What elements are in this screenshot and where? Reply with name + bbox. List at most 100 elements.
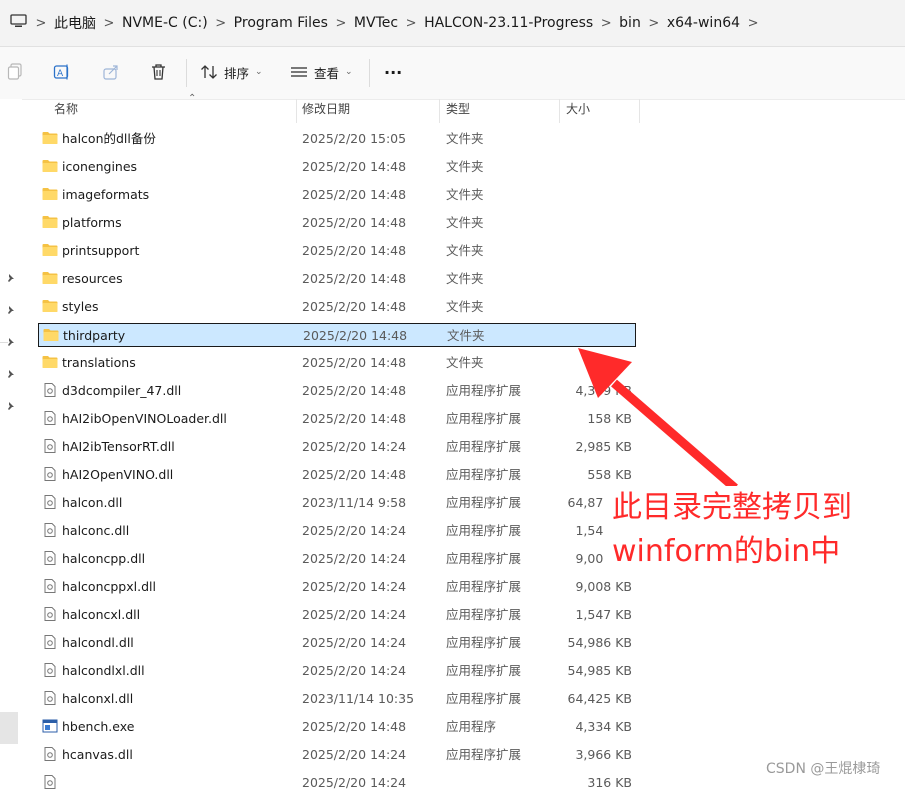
file-row[interactable]: hcanvas.dll 2025/2/20 14:24 应用程序扩展 3,966 KB: [38, 743, 636, 767]
file-row[interactable]: halcon的dll备份 2025/2/20 15:05 文件夹: [38, 127, 636, 151]
nav-item-selected[interactable]: [0, 712, 18, 744]
file-row[interactable]: printsupport 2025/2/20 14:48 文件夹: [38, 239, 636, 263]
dll-file-icon: [42, 775, 58, 789]
folder-icon: [42, 243, 58, 257]
chevron-right-icon[interactable]: >: [641, 16, 667, 31]
chevron-right-icon[interactable]: >: [398, 16, 424, 31]
column-header-date[interactable]: 修改日期: [302, 99, 350, 123]
column-divider[interactable]: [296, 99, 297, 123]
file-row[interactable]: halcon.dll 2023/11/14 9:58 应用程序扩展 64,873 KB: [38, 491, 636, 515]
pin-icon[interactable]: [6, 401, 16, 411]
column-divider[interactable]: [639, 99, 640, 123]
sort-button[interactable]: 排序 ⌄: [200, 61, 263, 83]
pin-icon[interactable]: [6, 273, 16, 283]
breadcrumb-item-x64-win64[interactable]: x64-win64: [667, 15, 740, 31]
breadcrumb-item-mvtec[interactable]: MVTec: [354, 15, 398, 31]
dll-file-icon: [42, 579, 58, 593]
chevron-right-icon[interactable]: >: [96, 16, 122, 31]
file-date: 2025/2/20 14:48: [302, 243, 407, 258]
file-row[interactable]: halcondl.dll 2025/2/20 14:24 应用程序扩展 54,986 …: [38, 631, 636, 655]
share-button[interactable]: [102, 61, 120, 83]
file-size: 4,389 KB: [575, 383, 632, 398]
file-type: 应用程序扩展: [446, 691, 522, 706]
more-options-button[interactable]: ···: [384, 61, 402, 83]
more-icon: ···: [384, 62, 403, 82]
folder-icon: [42, 215, 58, 229]
file-row[interactable]: hAI2OpenVINO.dll 2025/2/20 14:48 应用程序扩展 558…: [38, 463, 636, 487]
file-row[interactable]: thirdparty 2025/2/20 14:48 文件夹: [38, 323, 636, 347]
this-pc-icon[interactable]: [10, 14, 27, 28]
file-row[interactable]: styles 2025/2/20 14:48 文件夹: [38, 295, 636, 319]
file-row[interactable]: halconcpp.dll 2025/2/20 14:24 应用程序扩展 9,008 …: [38, 547, 636, 571]
file-name: iconengines: [62, 159, 138, 174]
file-row[interactable]: halconxl.dll 2023/11/14 10:35 应用程序扩展 64,425…: [38, 687, 636, 711]
column-header-row: ⌃ 名称 修改日期 类型 大小: [22, 93, 642, 123]
file-type: 文件夹: [446, 299, 484, 314]
file-size: 64,425 KB: [567, 691, 632, 706]
file-date: 2025/2/20 14:48: [302, 215, 407, 230]
file-date: 2025/2/20 14:24: [302, 635, 407, 650]
file-row[interactable]: 2025/2/20 14:24 316 KB: [38, 771, 636, 795]
file-row[interactable]: halconcxl.dll 2025/2/20 14:24 应用程序扩展 1,547 …: [38, 603, 636, 627]
chevron-right-icon[interactable]: >: [28, 16, 54, 31]
sort-label: 排序: [224, 65, 250, 81]
breadcrumb-item-bin[interactable]: bin: [619, 15, 641, 31]
rename-button[interactable]: A: [53, 61, 71, 83]
file-name: halconcpp.dll: [62, 551, 146, 566]
copy-button[interactable]: [7, 61, 23, 83]
column-divider[interactable]: [439, 99, 440, 123]
file-type: 文件夹: [447, 328, 485, 343]
dll-file-icon: [42, 635, 58, 649]
file-size: 9,008 KB: [575, 551, 632, 566]
file-row[interactable]: d3dcompiler_47.dll 2025/2/20 14:48 应用程序扩展 4…: [38, 379, 636, 403]
pin-icon[interactable]: [6, 337, 16, 347]
breadcrumb-item-this-pc[interactable]: 此电脑: [54, 13, 96, 33]
breadcrumb-item-halcon[interactable]: HALCON-23.11-Progress: [424, 15, 593, 31]
file-row[interactable]: hAI2ibTensorRT.dll 2025/2/20 14:24 应用程序扩展 2…: [38, 435, 636, 459]
file-size: 1,547 KB: [575, 523, 632, 538]
file-row[interactable]: hAI2ibOpenVINOLoader.dll 2025/2/20 14:48 应…: [38, 407, 636, 431]
dll-file-icon: [42, 467, 58, 481]
view-button[interactable]: 查看 ⌄: [290, 61, 353, 83]
chevron-right-icon[interactable]: >: [740, 16, 766, 31]
chevron-right-icon[interactable]: >: [328, 16, 354, 31]
file-name: resources: [62, 271, 123, 286]
pin-icon[interactable]: [6, 369, 16, 379]
file-type: 文件夹: [446, 215, 484, 230]
pin-icon[interactable]: [6, 305, 16, 315]
column-header-type[interactable]: 类型: [446, 99, 470, 123]
column-divider[interactable]: [559, 99, 560, 123]
breadcrumb-item-drive[interactable]: NVME-C (C:): [122, 15, 208, 31]
annotation-line-2: winform的bin中: [612, 534, 841, 569]
annotation-line-1: 此目录完整拷贝到: [612, 490, 852, 525]
chevron-down-icon: ⌄: [345, 67, 353, 77]
file-row[interactable]: iconengines 2025/2/20 14:48 文件夹: [38, 155, 636, 179]
view-icon: [291, 67, 307, 77]
file-date: 2025/2/20 14:24: [302, 551, 407, 566]
file-row[interactable]: platforms 2025/2/20 14:48 文件夹: [38, 211, 636, 235]
dll-file-icon: [42, 439, 58, 453]
file-row[interactable]: resources 2025/2/20 14:48 文件夹: [38, 267, 636, 291]
file-row[interactable]: imageformats 2025/2/20 14:48 文件夹: [38, 183, 636, 207]
dll-file-icon: [42, 411, 58, 425]
file-row[interactable]: halconc.dll 2025/2/20 14:24 应用程序扩展 1,547 KB: [38, 519, 636, 543]
folder-icon: [43, 328, 59, 342]
file-name: halcon.dll: [62, 495, 123, 510]
delete-button[interactable]: [150, 61, 167, 83]
file-type: 文件夹: [446, 355, 484, 370]
chevron-right-icon[interactable]: >: [593, 16, 619, 31]
file-name: hcanvas.dll: [62, 747, 133, 762]
file-type: 应用程序扩展: [446, 579, 522, 594]
column-header-name[interactable]: 名称: [54, 99, 78, 123]
file-name: halconxl.dll: [62, 691, 134, 706]
file-row[interactable]: hbench.exe 2025/2/20 14:48 应用程序 4,334 KB: [38, 715, 636, 739]
file-size: 4,334 KB: [575, 719, 632, 734]
breadcrumb-item-program-files[interactable]: Program Files: [234, 15, 328, 31]
file-row[interactable]: halcondlxl.dll 2025/2/20 14:24 应用程序扩展 54,98…: [38, 659, 636, 683]
file-row[interactable]: halconcppxl.dll 2025/2/20 14:24 应用程序扩展 9,00…: [38, 575, 636, 599]
column-header-size[interactable]: 大小: [566, 99, 590, 123]
file-date: 2025/2/20 14:24: [302, 663, 407, 678]
file-row[interactable]: translations 2025/2/20 14:48 文件夹: [38, 351, 636, 375]
chevron-right-icon[interactable]: >: [208, 16, 234, 31]
file-type: 文件夹: [446, 159, 484, 174]
